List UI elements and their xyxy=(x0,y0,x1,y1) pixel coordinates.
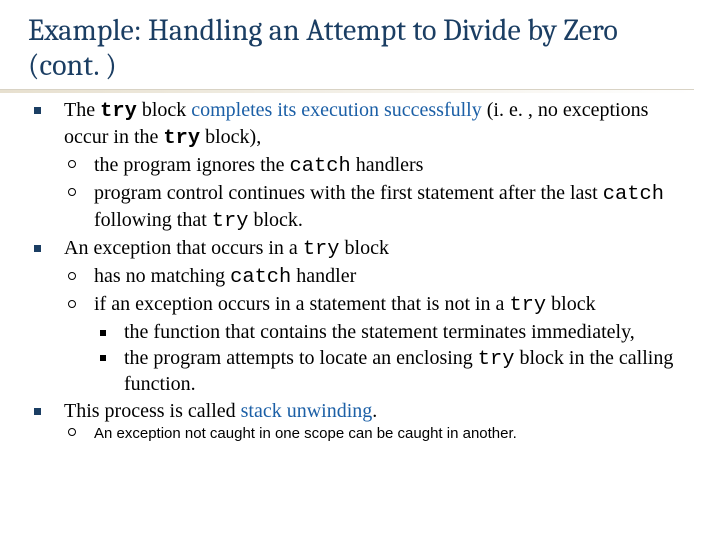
text: handler xyxy=(291,265,356,287)
text: block. xyxy=(248,209,302,231)
text: the program ignores the xyxy=(94,154,290,176)
text: following that xyxy=(94,209,212,231)
bullet-1-sub-2: program control continues with the first… xyxy=(64,181,690,235)
code-try: try xyxy=(478,348,515,371)
bullet-2-sub-2-a: the function that contains the statement… xyxy=(94,320,690,344)
text: if an exception occurs in a statement th… xyxy=(94,293,509,315)
text: block), xyxy=(200,126,261,148)
slide-title: Example: Handling an Attempt to Divide b… xyxy=(0,0,720,89)
text: program control continues with the first… xyxy=(94,182,603,204)
highlight: completes its execution successfully xyxy=(191,99,481,121)
bullet-3: This process is called stack unwinding. … xyxy=(30,399,690,444)
text: This process is called xyxy=(64,400,241,422)
code-catch: catch xyxy=(603,183,664,206)
bullet-1-sub-1: the program ignores the catch handlers xyxy=(64,153,690,180)
text: handlers xyxy=(351,154,424,176)
text: has no matching xyxy=(94,265,230,287)
code-catch: catch xyxy=(290,155,351,178)
text: block xyxy=(340,237,389,259)
bullet-2-sub-2-b: the program attempts to locate an enclos… xyxy=(94,346,690,397)
bullet-1: The try block completes its execution su… xyxy=(30,98,690,234)
code-try: try xyxy=(303,238,340,261)
code-try: try xyxy=(212,210,249,233)
text: block xyxy=(546,293,595,315)
text: . xyxy=(372,400,377,422)
title-divider xyxy=(0,89,694,90)
highlight: stack unwinding xyxy=(241,400,373,422)
code-try: try xyxy=(100,100,137,123)
text: the function that contains the statement… xyxy=(124,321,635,343)
slide-body: The try block completes its execution su… xyxy=(0,90,720,444)
code-try: try xyxy=(509,294,546,317)
text: An exception that occurs in a xyxy=(64,237,303,259)
text: The xyxy=(64,99,100,121)
text: block xyxy=(137,99,191,121)
bullet-2-sub-2: if an exception occurs in a statement th… xyxy=(64,292,690,397)
bullet-3-note: An exception not caught in one scope can… xyxy=(64,424,690,444)
text: An exception not caught in one scope can… xyxy=(94,425,517,442)
bullet-2: An exception that occurs in a try block … xyxy=(30,236,690,396)
code-try: try xyxy=(163,127,200,150)
code-catch: catch xyxy=(230,266,291,289)
bullet-2-sub-1: has no matching catch handler xyxy=(64,264,690,291)
text: the program attempts to locate an enclos… xyxy=(124,347,478,369)
slide: Example: Handling an Attempt to Divide b… xyxy=(0,0,720,540)
